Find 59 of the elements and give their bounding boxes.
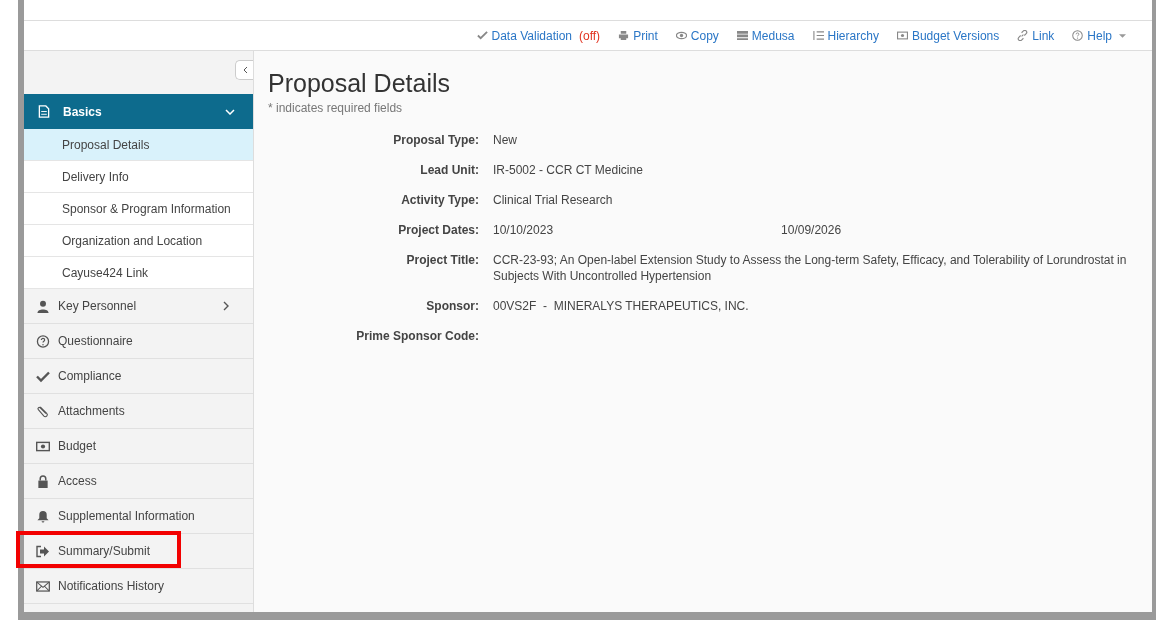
collapse-button[interactable]: [235, 60, 253, 80]
toolbar-link[interactable]: Help: [1072, 28, 1126, 43]
toolbar-link[interactable]: Medusa: [736, 28, 795, 43]
toolbar-link[interactable]: Budget Versions: [896, 28, 1000, 43]
sign-out-icon: [36, 544, 50, 558]
sidebar-subitem[interactable]: Organization and Location: [24, 225, 253, 257]
section-header[interactable]: Basics: [24, 94, 253, 129]
field-label: Project Dates:: [397, 222, 479, 238]
paperclip-icon: [36, 404, 50, 418]
sidebar-item[interactable]: Budget: [24, 429, 253, 464]
field-value: 10/09/2026: [781, 222, 842, 238]
sidebar-subitem[interactable]: Proposal Details: [24, 129, 253, 161]
link-icon: [1017, 30, 1029, 41]
lock-icon: [36, 474, 50, 488]
field-label: Project Title:: [405, 252, 479, 269]
toolbar-link[interactable]: Data Validation (off): [476, 28, 601, 43]
person-icon: [36, 299, 50, 313]
field-label: Proposal Type:: [392, 132, 479, 148]
chevron-icon: [241, 66, 248, 74]
document-icon: [37, 105, 51, 118]
sidebar-item[interactable]: Key Personnel: [24, 289, 253, 324]
bell-icon: [36, 509, 50, 523]
field-value: New: [493, 132, 517, 148]
check-icon: [476, 30, 488, 41]
mail-icon: [36, 579, 50, 593]
print-icon: [618, 30, 630, 41]
field-value: CCR-23-93; An Open-label Extension Study to Assess the Long-term Safety, Efficacy, and Tolerability of Lorundrostat in Subjects With Uncontrolled Hypertension: [493, 252, 1128, 284]
list-icon: [812, 30, 824, 41]
field-value: 10/10/2023: [493, 222, 554, 238]
sidebar-subitem[interactable]: Sponsor & Program Information: [24, 193, 253, 225]
sidebar-item[interactable]: Notifications History: [24, 569, 253, 604]
field-label: Lead Unit:: [419, 162, 479, 178]
field-value: 00VS2F - MINERALYS THERAPEUTICS, INC.: [493, 298, 749, 314]
field-label: Activity Type:: [400, 192, 479, 208]
sidebar-item[interactable]: Compliance: [24, 359, 253, 394]
page-title: Proposal Details: [268, 69, 452, 98]
toolbar-link[interactable]: Hierarchy: [812, 28, 879, 43]
sidebar-item[interactable]: Attachments: [24, 394, 253, 429]
field-value: Clinical Trial Research: [493, 192, 613, 208]
check-icon: [36, 369, 50, 383]
field-value: IR-5002 - CCR CT Medicine: [493, 162, 643, 178]
sidebar-subitem[interactable]: Cayuse424 Link: [24, 257, 253, 289]
question-icon: [36, 334, 50, 348]
field-label: Sponsor:: [425, 298, 479, 314]
toolbar-link[interactable]: Print: [618, 28, 658, 43]
toolbar-link[interactable]: Link: [1017, 28, 1055, 43]
server-icon: [736, 30, 748, 41]
sidebar-item[interactable]: Access: [24, 464, 253, 499]
eye-icon: [675, 30, 687, 41]
sidebar-item[interactable]: Supplemental Information: [24, 499, 253, 534]
money-icon: [896, 30, 908, 41]
sidebar-item[interactable]: Questionnaire: [24, 324, 253, 359]
money-icon: [36, 439, 50, 453]
field-label: Prime Sponsor Code:: [355, 328, 479, 344]
toolbar-link[interactable]: Copy: [675, 28, 719, 43]
help-icon: [1072, 30, 1084, 41]
sidebar-subitem[interactable]: Delivery Info: [24, 161, 253, 193]
sidebar-item[interactable]: Summary/Submit: [24, 534, 253, 569]
required-note: * indicates required fields: [268, 101, 404, 115]
